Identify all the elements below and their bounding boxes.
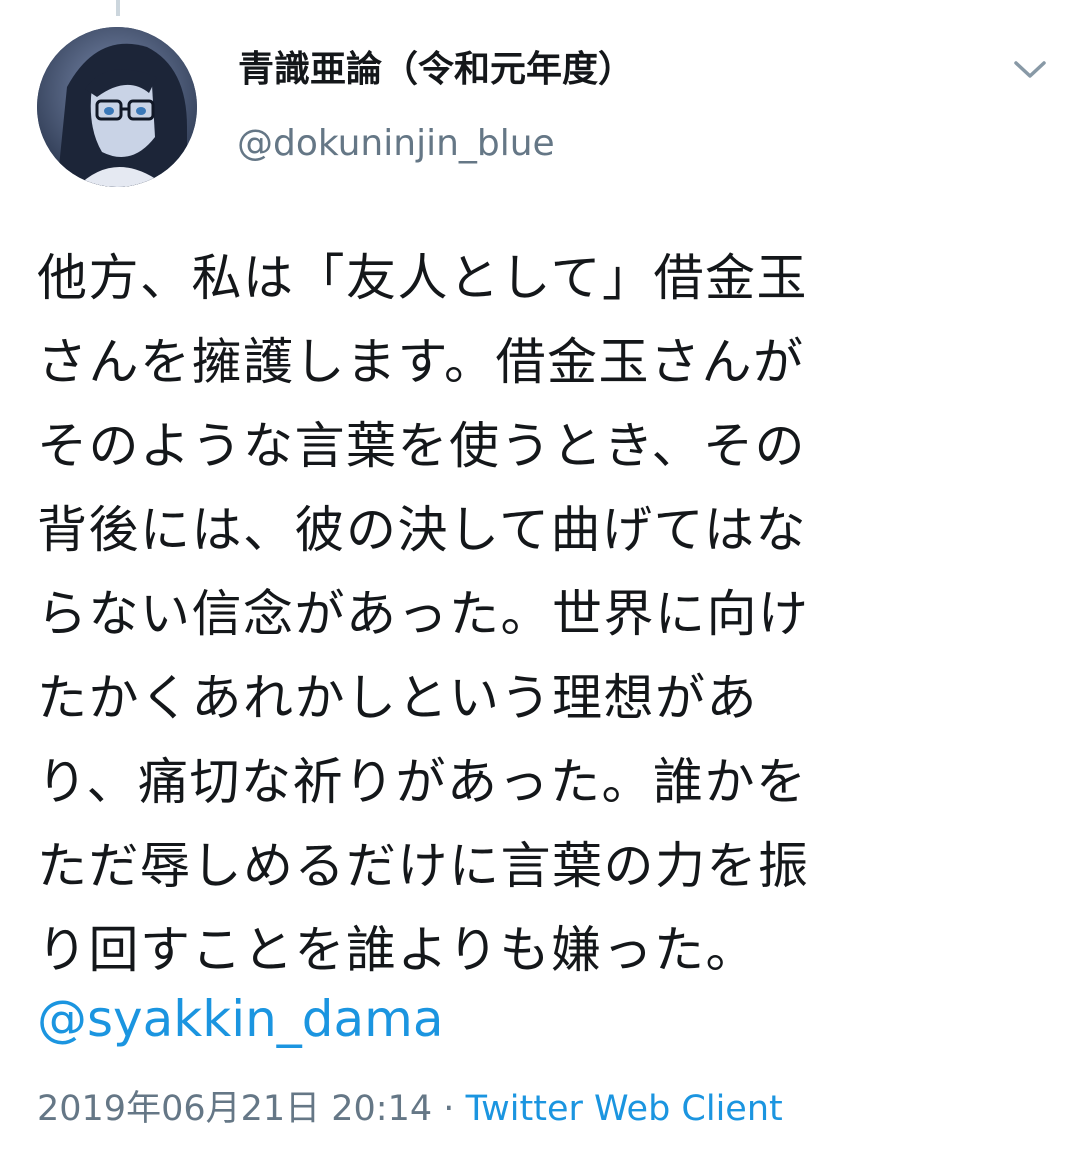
tweet-text-line: り、痛切な祈りがあった。誰かを [37,753,808,811]
metadata-separator: · [443,1089,455,1129]
tweet-text-line: たかくあれかしという理想があ [37,669,758,727]
avatar[interactable] [37,27,197,187]
tweet-text-line: 他方、私は「友人として」借金玉 [37,249,808,307]
mention-link[interactable]: @syakkin_dama [37,987,444,1051]
tweet-menu-button[interactable] [1008,54,1052,84]
thread-connector-line [116,0,120,16]
tweet-text-line: そのような言葉を使うとき、その [37,417,806,475]
tweet-text-line: ただ辱しめるだけに言葉の力を振 [37,837,810,895]
chevron-down-icon [1014,61,1046,78]
source-client-link[interactable]: Twitter Web Client [466,1089,783,1129]
tweet-timestamp[interactable]: 2019年06月21日 20:14 [37,1089,432,1129]
tweet-text-line: り回すことを誰よりも嫌った。 [37,921,757,979]
author-display-name[interactable]: 青識亜論（令和元年度） [238,48,634,92]
tweet-text-line: さんを擁護します。借金玉さんが [37,333,805,391]
avatar-image [37,27,197,187]
tweet-metadata: 2019年06月21日 20:14 · Twitter Web Client [37,1086,783,1132]
author-handle[interactable]: @dokuninjin_blue [237,122,555,166]
tweet-text-line: らない信念があった。世界に向け [37,585,810,643]
tweet-text-line: 背後には、彼の決して曲げてはな [37,501,807,559]
tweet-text: 他方、私は「友人として」借金玉 さんを擁護します。借金玉さんが そのような言葉を… [37,236,1057,992]
